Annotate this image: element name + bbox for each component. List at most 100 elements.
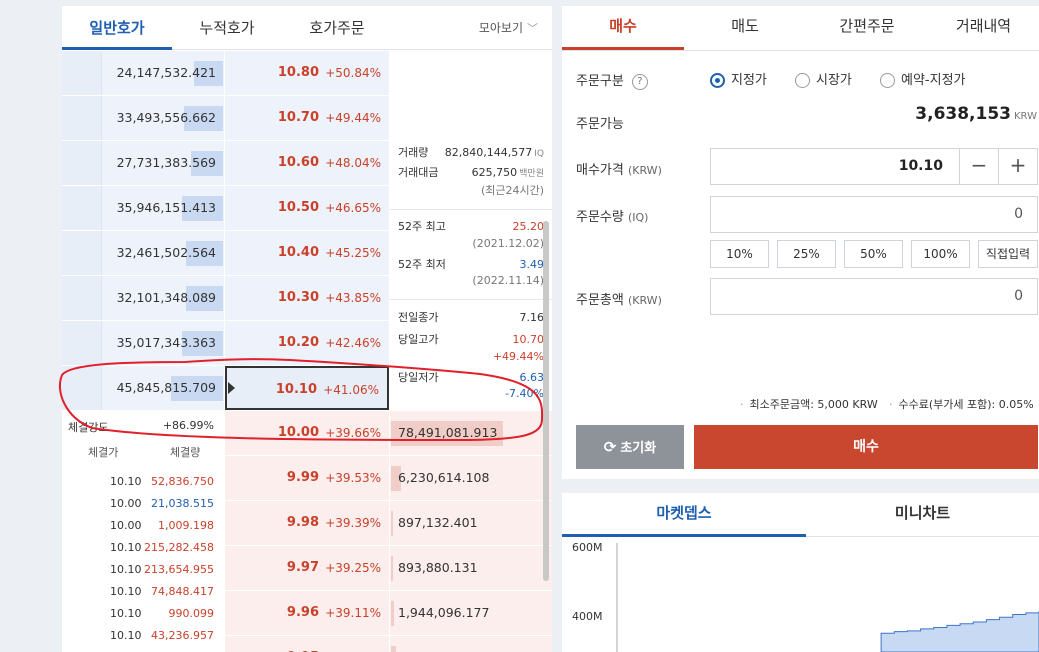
tab-normal-quote[interactable]: 일반호가: [62, 6, 172, 50]
today-low-rate: -7.40%: [505, 387, 544, 400]
ask-rate: +43.85%: [325, 291, 381, 305]
bid-list: 10.00 +39.66% 78,491,081.913 9.99 +39.53% 6,2…: [225, 411, 552, 652]
ask-price-cell[interactable]: 10.50 +46.65%: [225, 186, 389, 230]
total-input[interactable]: 0: [710, 278, 1038, 315]
price-decrease-button[interactable]: −: [959, 149, 998, 184]
refresh-icon: ⟳: [603, 438, 617, 456]
bid-depth-bar: [391, 511, 393, 536]
trade-row: 10.10 215,282.458: [62, 541, 224, 563]
current-price-marker-icon: [228, 382, 235, 394]
bid-price-cell[interactable]: 9.98 +39.39%: [225, 501, 389, 545]
bid-price: 9.98: [286, 515, 319, 530]
buy-button[interactable]: 매수: [694, 425, 1038, 469]
bid-price-cell[interactable]: 9.95 +38.97%: [225, 636, 389, 652]
orderbook-tabs: 일반호가 누적호가 호가주문 모아보기 ﹀: [62, 6, 552, 50]
radio-market[interactable]: 시장가: [795, 69, 852, 88]
ask-row[interactable]: 32,101,348.089 10.30 +43.85%: [62, 276, 389, 321]
trade-qty: 52,836.750: [151, 475, 214, 488]
available-label: 주문가능: [576, 117, 624, 132]
ask-price-cell[interactable]: 10.20 +42.46%: [225, 321, 389, 365]
ask-row[interactable]: 45,845,815.709 10.10 +41.06%: [62, 366, 389, 411]
trade-row: 10.10 213,654.955: [62, 563, 224, 585]
bid-row[interactable]: 9.96 +39.11% 1,944,096.177: [225, 591, 552, 636]
bid-row[interactable]: 9.97 +39.25% 893,880.131: [225, 546, 552, 591]
ask-row[interactable]: 35,017,343.363 10.20 +42.46%: [62, 321, 389, 366]
amount-period: (최근24시간): [480, 184, 544, 197]
tab-sell[interactable]: 매도: [684, 6, 806, 50]
help-icon[interactable]: ?: [631, 73, 648, 90]
bid-depth-bar: [391, 646, 396, 652]
tab-mini-chart[interactable]: 미니차트: [806, 493, 1039, 537]
bid-price-cell[interactable]: 9.97 +39.25%: [225, 546, 389, 590]
y-tick-400m: 400M: [572, 610, 603, 623]
bid-rate: +39.66%: [325, 426, 381, 440]
ask-price-cell[interactable]: 10.40 +45.25%: [225, 231, 389, 275]
bid-qty-cell: 897,132.401: [390, 501, 552, 545]
reset-button[interactable]: ⟳ 초기화: [576, 425, 684, 469]
bid-row[interactable]: 9.99 +39.53% 6,230,614.108: [225, 456, 552, 501]
ask-row[interactable]: 32,461,502.564 10.40 +45.25%: [62, 231, 389, 276]
tab-buy[interactable]: 매수: [562, 6, 684, 50]
view-more-dropdown[interactable]: 모아보기 ﹀: [479, 6, 538, 51]
trade-qty: 21,038.515: [151, 497, 214, 510]
tab-quote-order[interactable]: 호가주문: [282, 6, 392, 50]
ask-price-cell[interactable]: 10.60 +48.04%: [225, 141, 389, 185]
bid-price: 9.99: [286, 470, 319, 485]
price-increase-button[interactable]: +: [998, 149, 1037, 184]
trade-price: 10.10: [110, 563, 142, 576]
bid-rate: +39.25%: [325, 561, 381, 575]
bid-qty: 1,944,096.177: [398, 605, 490, 620]
ask-price: 10.50: [277, 200, 319, 215]
qty-input[interactable]: 0: [710, 196, 1038, 233]
ask-qty-cell: 33,493,556.662: [62, 96, 224, 140]
ask-lead-cell: [62, 51, 102, 95]
ask-list: 24,147,532.421 10.80 +50.84% 33,493,556.662…: [62, 51, 389, 411]
ask-qty-cell: 24,147,532.421: [62, 51, 224, 95]
ask-row[interactable]: 33,493,556.662 10.70 +49.44%: [62, 96, 389, 141]
bid-price-cell[interactable]: 9.96 +39.11%: [225, 591, 389, 635]
ask-qty-cell: 27,731,383.569: [62, 141, 224, 185]
min-order-note: · 최소주문금액: 5,000 KRW: [740, 398, 878, 411]
tab-history[interactable]: 거래내역: [928, 6, 1039, 50]
pct-10-button[interactable]: 10%: [710, 240, 769, 268]
ask-price-cell[interactable]: 10.80 +50.84%: [225, 51, 389, 95]
bid-price: 9.97: [286, 560, 319, 575]
bid-row[interactable]: 9.98 +39.39% 897,132.401: [225, 501, 552, 546]
today-high-rate: +49.44%: [492, 350, 544, 363]
ask-row[interactable]: 27,731,383.569 10.60 +48.04%: [62, 141, 389, 186]
ask-row[interactable]: 24,147,532.421 10.80 +50.84%: [62, 51, 389, 96]
bid-qty: 78,491,081.913: [398, 425, 498, 440]
price-input[interactable]: 10.10 − +: [710, 148, 1038, 185]
ask-price-cell[interactable]: 10.10 +41.06%: [225, 366, 389, 410]
bid-price-cell[interactable]: 9.99 +39.53%: [225, 456, 389, 500]
bid-price-cell[interactable]: 10.00 +39.66%: [225, 411, 389, 455]
chevron-down-icon: ﹀: [527, 22, 538, 35]
trade-price-header: 체결가: [88, 446, 119, 459]
bid-rate: +39.53%: [325, 471, 381, 485]
ask-price: 10.30: [277, 290, 319, 305]
pct-50-button[interactable]: 50%: [844, 240, 903, 268]
trade-row: 10.10 990.099: [62, 607, 224, 629]
ask-price: 10.20: [277, 335, 319, 350]
bid-row[interactable]: 10.00 +39.66% 78,491,081.913: [225, 411, 552, 456]
ask-rate: +49.44%: [325, 111, 381, 125]
orderbook-scrollbar[interactable]: [543, 221, 549, 581]
tab-market-depth[interactable]: 마켓뎁스: [562, 493, 806, 537]
manual-input-button[interactable]: 직접입력: [978, 240, 1038, 268]
tab-simple-order[interactable]: 간편주문: [806, 6, 928, 50]
ask-row[interactable]: 35,946,151.413 10.50 +46.65%: [62, 186, 389, 231]
order-tabs: 매수 매도 간편주문 거래내역: [562, 6, 1039, 51]
ask-qty-cell: 32,101,348.089: [62, 276, 224, 320]
trade-qty: 213,654.955: [144, 563, 214, 576]
radio-limit[interactable]: 지정가: [710, 69, 767, 88]
bid-row[interactable]: 9.95 +38.97% 3,194,478.252: [225, 636, 552, 652]
ask-lead-cell: [62, 186, 102, 230]
pct-25-button[interactable]: 25%: [777, 240, 836, 268]
qty-value: 0: [1014, 206, 1023, 222]
tab-cumulative-quote[interactable]: 누적호가: [172, 6, 282, 50]
bid-depth-bar: [391, 556, 393, 581]
ask-price-cell[interactable]: 10.70 +49.44%: [225, 96, 389, 140]
ask-price-cell[interactable]: 10.30 +43.85%: [225, 276, 389, 320]
pct-100-button[interactable]: 100%: [911, 240, 970, 268]
radio-reserve-limit[interactable]: 예약-지정가: [880, 69, 966, 88]
